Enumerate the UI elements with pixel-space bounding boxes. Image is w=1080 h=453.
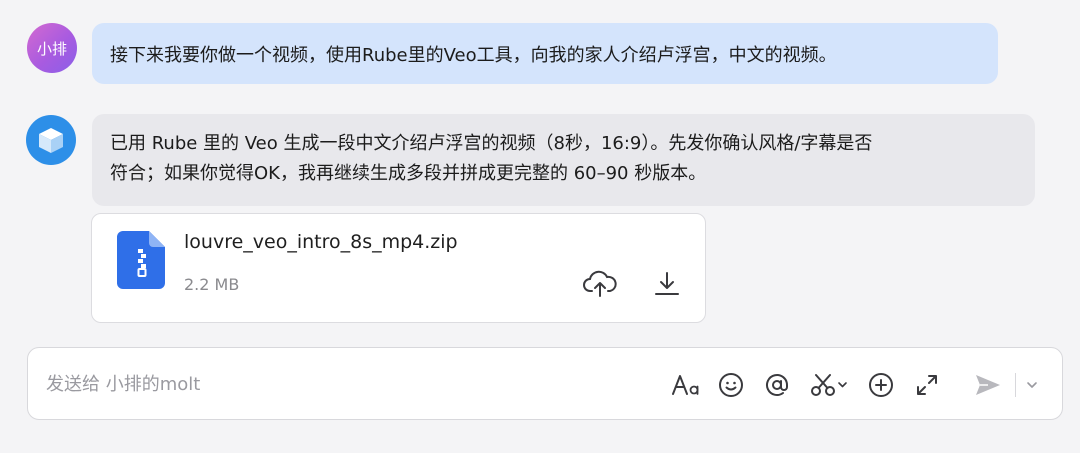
send-options-button[interactable] (1022, 368, 1042, 402)
user-avatar-text: 小排 (36, 39, 67, 58)
expand-button[interactable] (910, 368, 944, 402)
user-message-text: 接下来我要你做一个视频，使用Rube里的Veo工具，向我的家人介绍卢浮宫，中文的… (110, 44, 837, 66)
emoji-icon (719, 373, 743, 397)
send-icon (976, 375, 1000, 395)
download-icon (655, 272, 679, 295)
add-button[interactable] (864, 368, 898, 402)
font-format-icon (672, 375, 699, 395)
cube-icon (39, 128, 63, 153)
message-input[interactable] (46, 348, 646, 421)
emoji-button[interactable] (714, 368, 748, 402)
cloud-upload-button[interactable] (582, 266, 618, 302)
add-icon (869, 373, 893, 397)
download-button[interactable] (649, 266, 685, 302)
send-button[interactable] (970, 368, 1006, 402)
scissors-icon (811, 374, 847, 396)
composer-divider (1015, 373, 1016, 397)
expand-icon (917, 375, 937, 395)
bot-message-bubble: 已用 Rube 里的 Veo 生成一段中文介绍卢浮宫的视频（8秒，16:9）。先… (92, 114, 1035, 206)
zip-file-icon (117, 231, 165, 289)
file-size: 2.2 MB (184, 275, 240, 294)
bot-avatar[interactable] (26, 115, 76, 165)
message-composer (27, 347, 1063, 421)
screenshot-button[interactable] (808, 368, 852, 402)
cloud-upload-icon (583, 270, 617, 297)
file-attachment-card[interactable]: louvre_veo_intro_8s_mp4.zip 2.2 MB (91, 213, 706, 323)
user-avatar[interactable]: 小排 (27, 23, 77, 73)
file-name[interactable]: louvre_veo_intro_8s_mp4.zip (184, 231, 458, 253)
mention-button[interactable] (760, 368, 794, 402)
chevron-down-icon (1027, 382, 1037, 388)
text-format-button[interactable] (668, 368, 704, 402)
mention-icon (766, 374, 788, 396)
user-message-bubble: 接下来我要你做一个视频，使用Rube里的Veo工具，向我的家人介绍卢浮宫，中文的… (92, 23, 998, 84)
bot-message-line-1: 已用 Rube 里的 Veo 生成一段中文介绍卢浮宫的视频（8秒，16:9）。先… (110, 133, 873, 154)
bot-message-line-2: 符合；如果你觉得OK，我再继续生成多段并拼成更完整的 60–90 秒版本。 (110, 163, 707, 184)
